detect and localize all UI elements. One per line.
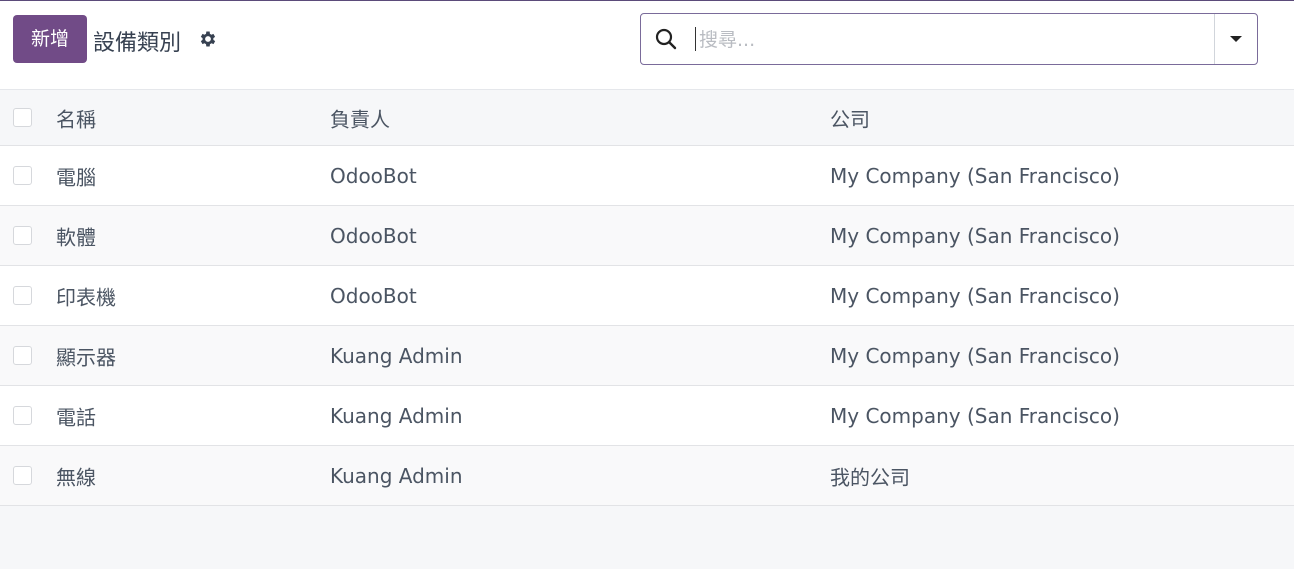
cell-name: 軟體	[56, 225, 96, 249]
cell-responsible: Kuang Admin	[330, 463, 463, 488]
cell-name: 無線	[56, 465, 96, 489]
table-row[interactable]: 電話 Kuang Admin My Company (San Francisco…	[0, 386, 1294, 446]
table-row[interactable]: 印表機 OdooBot My Company (San Francisco)	[0, 266, 1294, 326]
cell-responsible: Kuang Admin	[330, 403, 463, 428]
text-cursor	[695, 27, 696, 51]
row-checkbox[interactable]	[13, 285, 32, 305]
row-checkbox[interactable]	[13, 405, 32, 425]
row-checkbox[interactable]	[13, 165, 32, 185]
column-header-name[interactable]: 名稱	[56, 103, 96, 132]
table-row[interactable]: 電腦 OdooBot My Company (San Francisco)	[0, 146, 1294, 206]
cell-name: 顯示器	[56, 345, 116, 369]
table-header: 名稱 負責人 公司	[0, 90, 1294, 146]
cell-responsible: OdooBot	[330, 223, 417, 248]
cell-company: My Company (San Francisco)	[830, 403, 1120, 428]
row-checkbox[interactable]	[13, 465, 32, 485]
search-bar	[640, 13, 1258, 65]
new-button[interactable]: 新增	[13, 15, 87, 63]
search-input[interactable]	[697, 22, 1201, 58]
table-row[interactable]: 顯示器 Kuang Admin My Company (San Francisc…	[0, 326, 1294, 386]
cell-company: My Company (San Francisco)	[830, 343, 1120, 368]
cell-company: My Company (San Francisco)	[830, 163, 1120, 188]
control-panel: 新增 設備類別	[0, 1, 1294, 90]
cell-responsible: OdooBot	[330, 283, 417, 308]
page-title: 設備類別	[93, 31, 182, 56]
column-header-responsible[interactable]: 負責人	[330, 103, 390, 132]
cell-company: My Company (San Francisco)	[830, 223, 1120, 248]
cell-responsible: OdooBot	[330, 163, 417, 188]
caret-down-icon	[1230, 36, 1242, 42]
cell-name: 印表機	[56, 285, 116, 309]
table-row[interactable]: 軟體 OdooBot My Company (San Francisco)	[0, 206, 1294, 266]
list-table: 名稱 負責人 公司 電腦 OdooBot My Company (San Fra…	[0, 90, 1294, 506]
table-row[interactable]: 無線 Kuang Admin 我的公司	[0, 446, 1294, 506]
cell-company: My Company (San Francisco)	[830, 283, 1120, 308]
gear-icon[interactable]	[198, 29, 218, 49]
column-header-company[interactable]: 公司	[830, 103, 870, 132]
cell-name: 電話	[56, 405, 96, 429]
cell-responsible: Kuang Admin	[330, 343, 463, 368]
search-options-toggle[interactable]	[1215, 14, 1257, 64]
select-all-checkbox[interactable]	[13, 107, 32, 127]
cell-company: 我的公司	[830, 465, 910, 489]
row-checkbox[interactable]	[13, 225, 32, 245]
cell-name: 電腦	[56, 165, 96, 189]
search-icon	[655, 28, 677, 50]
row-checkbox[interactable]	[13, 345, 32, 365]
